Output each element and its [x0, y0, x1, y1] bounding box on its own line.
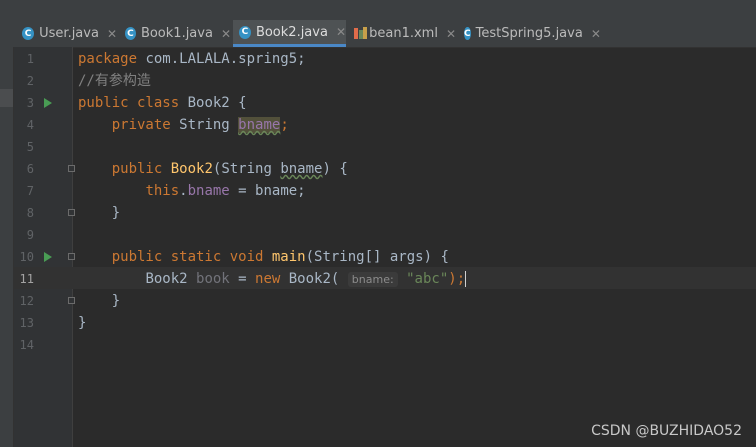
params-open: (String [212, 161, 281, 177]
line-number: 7 [26, 184, 34, 198]
left-tool-strip-marker[interactable] [0, 89, 13, 107]
assign-op: = [229, 271, 256, 287]
xml-file-icon [354, 27, 367, 40]
code-line-11[interactable]: Book2 book = new Book2( bname: "abc"); [78, 268, 467, 290]
fold-icon[interactable] [68, 165, 75, 172]
field-bname-warning: bname [238, 117, 281, 133]
title-strip [0, 0, 756, 20]
constructor-call: Book2( [280, 271, 340, 287]
close-icon[interactable]: ✕ [221, 27, 231, 41]
fold-icon[interactable] [68, 253, 75, 260]
tab-book2-java[interactable]: C Book2.java ✕ [233, 20, 346, 47]
close-icon[interactable]: ✕ [591, 27, 601, 41]
fold-icon[interactable] [68, 297, 75, 304]
tab-user-java[interactable]: C User.java ✕ [16, 20, 117, 47]
variable-book: book [196, 271, 230, 287]
keyword-this: this [145, 183, 180, 199]
java-class-icon: C [125, 27, 136, 40]
code-line-13[interactable]: } [78, 312, 86, 334]
params: (String[] args) { [305, 249, 449, 265]
tab-label: TestSpring5.java [475, 26, 583, 41]
params-close: ) { [322, 161, 348, 177]
line-number: 9 [26, 228, 34, 242]
type-name: String [170, 117, 239, 133]
keyword: public static void [111, 249, 264, 265]
line-number: 13 [19, 316, 34, 330]
watermark: CSDN @BUZHIDAO52 [591, 423, 742, 439]
keyword-new: new [255, 271, 281, 287]
run-class-icon[interactable] [44, 98, 52, 108]
comment: //有参构造 [78, 73, 151, 89]
close-icon[interactable]: ✕ [446, 27, 456, 41]
line-number: 3 [26, 96, 34, 110]
type-name: Book2 [145, 271, 197, 287]
tab-bean1-xml[interactable]: bean1.xml ✕ [348, 20, 456, 47]
field-ref: bname [187, 183, 230, 199]
fold-icon[interactable] [68, 209, 75, 216]
code-line-6[interactable]: public Book2(String bname) { [78, 158, 348, 180]
line-number: 12 [19, 294, 34, 308]
string-literal: "abc" [406, 271, 449, 287]
closing-brace: } [111, 293, 121, 309]
dot: . [179, 183, 188, 199]
constructor-name: Book2 [170, 161, 213, 177]
statement-end: ); [448, 271, 466, 287]
assignment: = bname; [229, 183, 306, 199]
semicolon: ; [280, 117, 289, 133]
code-line-10[interactable]: public static void main(String[] args) { [78, 246, 449, 268]
closing-brace: } [78, 315, 87, 331]
close-icon[interactable]: ✕ [107, 27, 117, 41]
code-line-4[interactable]: private String bname; [78, 114, 289, 136]
line-number: 2 [26, 74, 34, 88]
tab-testspring5-java[interactable]: C TestSpring5.java ✕ [458, 20, 601, 47]
line-number: 5 [26, 140, 34, 154]
java-class-icon: C [464, 27, 471, 40]
code-line-12[interactable]: } [78, 290, 120, 312]
parameter-hint: bname: [347, 272, 398, 287]
tab-label: Book1.java [140, 26, 213, 41]
code-line-1[interactable]: package com.LALALA.spring5; [78, 48, 306, 70]
param-bname: bname [280, 161, 323, 177]
line-number: 10 [19, 250, 34, 264]
keyword: public class [78, 95, 180, 111]
code-line-8[interactable]: } [78, 202, 120, 224]
java-class-icon: C [239, 25, 251, 39]
line-number: 4 [26, 118, 34, 132]
line-number-current: 11 [19, 272, 34, 286]
line-number: 6 [26, 162, 34, 176]
code-line-7[interactable]: this.bname = bname; [78, 180, 306, 202]
text-caret [465, 271, 467, 287]
closing-brace: } [111, 205, 121, 221]
code-line-2[interactable]: //有参构造 [78, 70, 151, 92]
tab-label: Book2.java [255, 24, 328, 40]
class-declaration: Book2 { [179, 95, 247, 111]
package-name: com.LALALA.spring5; [137, 51, 306, 67]
keyword: private [111, 117, 171, 133]
line-number: 8 [26, 206, 34, 220]
tab-book1-java[interactable]: C Book1.java ✕ [119, 20, 231, 47]
keyword: package [78, 51, 138, 67]
tab-label: bean1.xml [369, 26, 438, 41]
line-number: 1 [26, 52, 34, 66]
keyword: public [111, 161, 163, 177]
run-main-icon[interactable] [44, 252, 52, 262]
code-line-3[interactable]: public class Book2 { [78, 92, 247, 114]
line-number: 14 [19, 338, 34, 352]
editor-tab-bar: C User.java ✕ C Book1.java ✕ C Book2.jav… [0, 20, 756, 48]
tab-label: User.java [39, 26, 99, 41]
close-icon[interactable]: ✕ [336, 25, 346, 39]
java-class-icon: C [22, 27, 35, 40]
method-name: main [271, 249, 306, 265]
left-tool-strip [0, 47, 14, 447]
